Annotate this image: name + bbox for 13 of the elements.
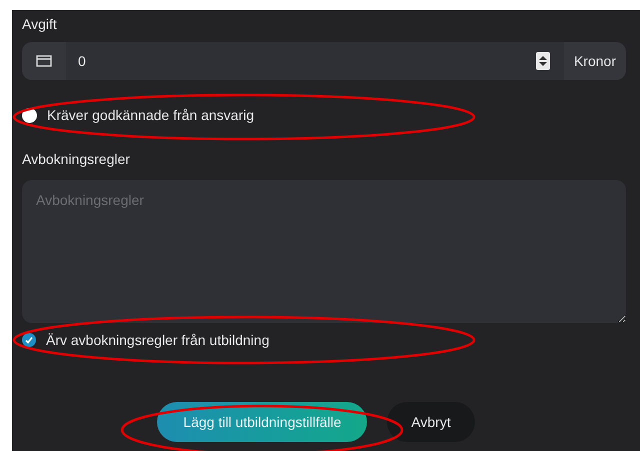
check-icon xyxy=(25,336,33,344)
checkbox[interactable] xyxy=(22,333,36,347)
toggle-label: Kräver godkännade från ansvarig xyxy=(47,106,254,125)
unit-addon: Kronor xyxy=(564,42,626,80)
field-label: Avgift xyxy=(22,15,58,34)
fee-field[interactable]: 0 Kronor xyxy=(22,42,626,80)
rules-textarea[interactable]: Avbokningsregler xyxy=(22,180,626,323)
fee-input[interactable]: 0 xyxy=(66,50,536,72)
card-icon xyxy=(36,55,52,67)
field-label: Avbokningsregler xyxy=(22,150,131,169)
spinner-icon[interactable] xyxy=(536,52,550,70)
checkbox-label: Ärv avbokningsregler från utbildning xyxy=(46,330,270,350)
cancel-button[interactable]: Avbryt xyxy=(387,402,475,442)
